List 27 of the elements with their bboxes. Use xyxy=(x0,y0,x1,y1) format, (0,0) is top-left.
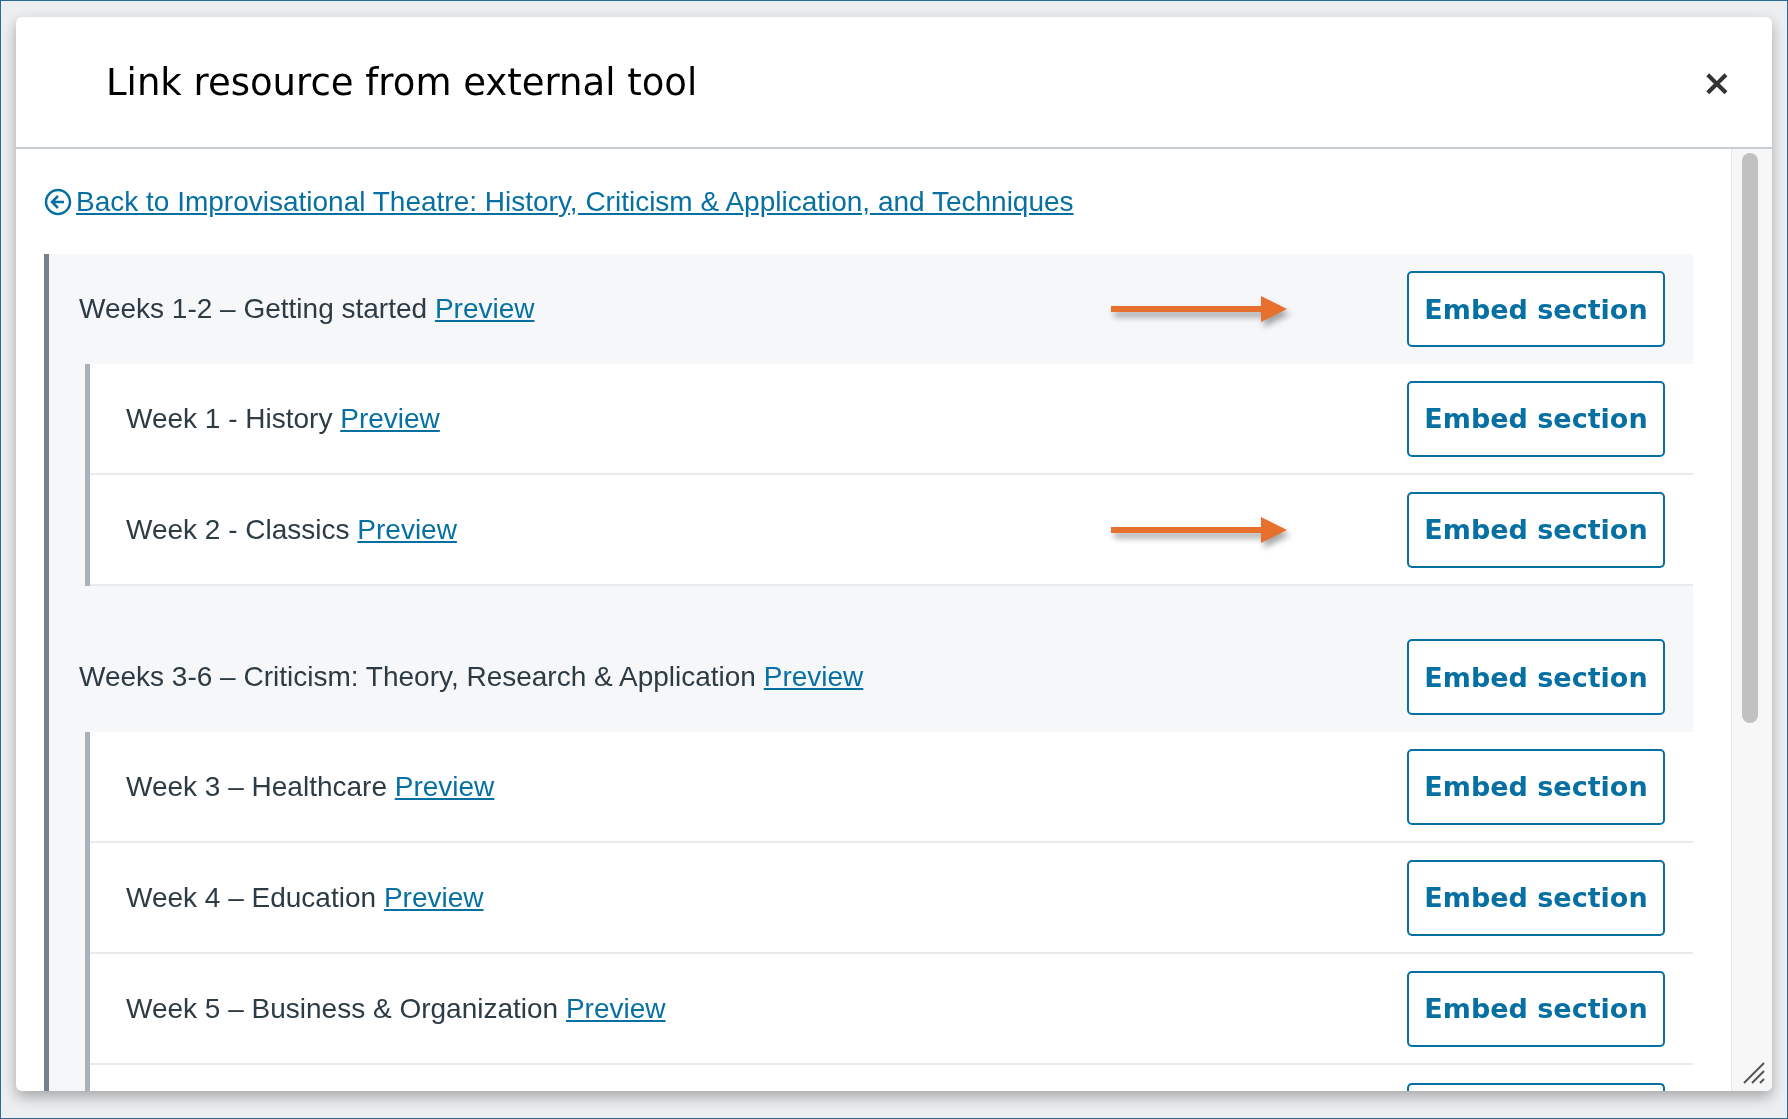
section-title: Weeks 1-2 – Getting started Preview xyxy=(79,293,536,325)
preview-link[interactable]: Preview xyxy=(565,992,666,1024)
section-title: Weeks 3-6 – Criticism: Theory, Research & Application Preview xyxy=(79,661,865,693)
embed-section-button[interactable]: Embed section xyxy=(1407,639,1665,715)
preview-link[interactable]: Preview xyxy=(394,770,495,802)
preview-link[interactable]: Preview xyxy=(340,402,440,434)
embed-section-button[interactable]: Embed section xyxy=(1407,271,1665,347)
preview-link[interactable]: Preview xyxy=(763,661,864,692)
section-title: Week 1 - History Preview xyxy=(126,402,441,435)
preview-link[interactable]: Preview xyxy=(383,881,484,913)
embed-section-button[interactable]: Embed section xyxy=(1407,380,1665,457)
preview-link[interactable]: Preview xyxy=(434,293,535,324)
section-title: Week 2 - Classics Preview xyxy=(126,513,458,546)
section-title: Week 4 – Education Preview xyxy=(126,881,485,914)
scrollbar-thumb[interactable] xyxy=(1742,153,1758,723)
embed-section-button[interactable]: Embed section xyxy=(1407,491,1665,568)
embed-section-button[interactable]: Embed section xyxy=(1407,970,1665,1047)
section-title: Week 3 – Healthcare Preview xyxy=(126,770,496,803)
dialog-title: Link resource from external tool xyxy=(106,60,699,104)
resize-grip-icon[interactable] xyxy=(1742,1061,1766,1085)
back-link[interactable]: Back to Improvisational Theatre: History, Criticism & Application, and Techniques xyxy=(44,185,1074,218)
section-title: Week 5 – Business & Organization Preview xyxy=(126,992,667,1025)
scrollbar[interactable] xyxy=(1731,149,1772,1091)
embed-section-button[interactable]: Embed section xyxy=(1407,859,1665,936)
embed-section-button[interactable]: Embed section xyxy=(1407,748,1665,825)
preview-link[interactable]: Preview xyxy=(357,513,457,545)
close-button[interactable]: × xyxy=(1701,61,1732,103)
